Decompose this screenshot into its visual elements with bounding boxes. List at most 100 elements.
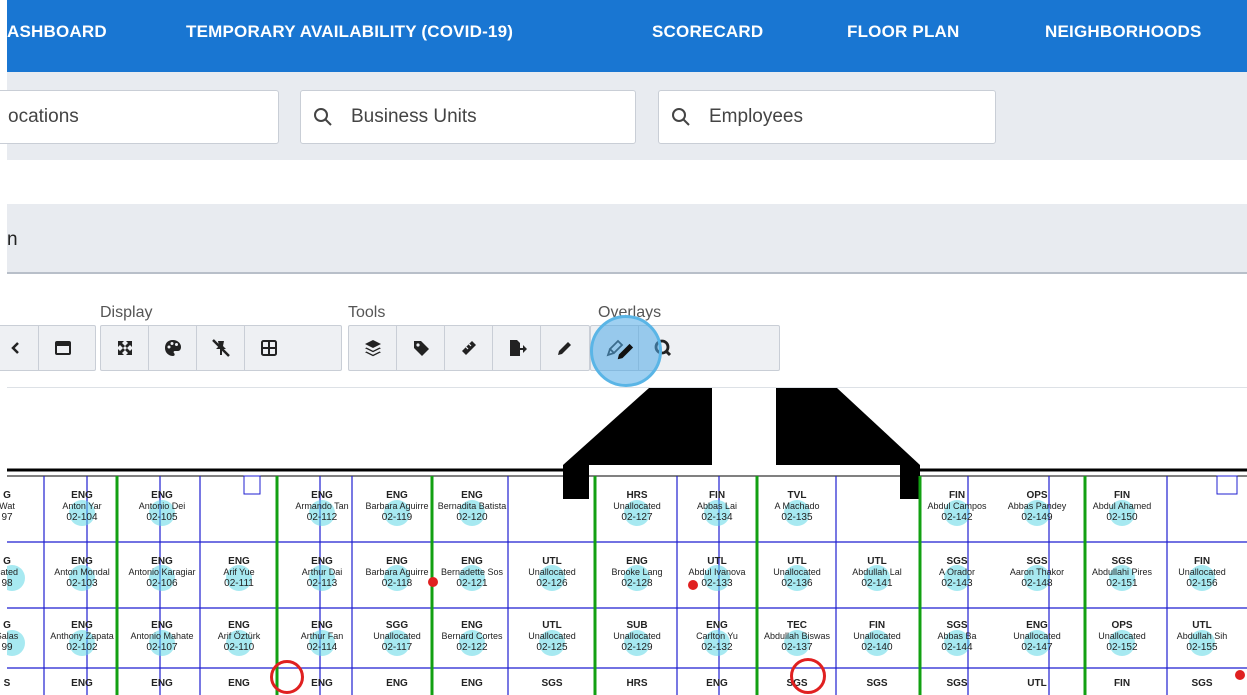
desk-cell[interactable]: FIN Unallocated 02-156 [1166,556,1238,589]
desk-occupant: Abdullahi Pires [1091,567,1153,577]
desk-occupant: Anthony Zapata [50,631,114,641]
desk-cell[interactable]: ENG Antonio Karagiar 02-106 [126,556,198,589]
desk-cell[interactable]: ENG [46,678,118,689]
desk-cell[interactable]: OPS Abbas Pandey 02-149 [1001,490,1073,523]
desk-cell[interactable]: TVL A Machado 02-135 [761,490,833,523]
employees-search-field[interactable]: Employees [658,90,996,144]
desk-cell[interactable]: SGS [921,678,993,689]
desk-cell[interactable]: ENG Unallocated 02-147 [1001,620,1073,653]
desk-cell[interactable]: SGS [516,678,588,689]
desk-cell[interactable]: ENG Arif Öztürk 02-110 [203,620,275,653]
desk-cell[interactable]: ENG Armando Tan 02-112 [286,490,358,523]
alert-dot [688,580,698,590]
desk-cell[interactable]: FIN [1086,678,1158,689]
desk-department: G [3,620,11,631]
desk-cell[interactable]: ENG Arthur Fan 02-114 [286,620,358,653]
tag-button[interactable] [397,326,445,370]
desk-cell[interactable]: ENG Antonio Mahate 02-107 [126,620,198,653]
alert-dot [428,577,438,587]
desk-occupant: Arthur Dai [301,567,343,577]
desk-cell[interactable]: UTL Abdullah Lal 02-141 [841,556,913,589]
desk-cell[interactable]: S [0,678,43,689]
desk-cell[interactable]: ENG [361,678,433,689]
desk-cell[interactable]: SGS [841,678,913,689]
desk-cell[interactable]: ENG Carlton Yu 02-132 [681,620,753,653]
desk-cell[interactable]: FIN Abdul Ahamed 02-150 [1086,490,1158,523]
alert-dot [1235,670,1245,680]
color-palette-button[interactable] [149,326,197,370]
business-units-search-field[interactable]: Business Units [300,90,636,144]
desk-department: SGS [946,556,968,567]
desk-cell[interactable]: SGS Aaron Thakor 02-148 [1001,556,1073,589]
nav-floor-plan[interactable]: FLOOR PLAN [847,22,960,42]
desk-cell[interactable]: ENG Anton Mondal 02-103 [46,556,118,589]
grid-toggle-button[interactable] [245,326,293,370]
nav-dashboard[interactable]: ASHBOARD [7,22,107,42]
desk-cell[interactable]: ENG Brooke Lang 02-128 [601,556,673,589]
overlay-draw-button[interactable] [541,326,589,370]
desk-occupant: Aaron Thakor [1009,567,1065,577]
desk-occupant: Unallocated [1098,631,1146,641]
nav-scorecard[interactable]: SCORECARD [652,22,763,42]
desk-cell[interactable]: ENG [126,678,198,689]
desk-cell[interactable]: HRS [601,678,673,689]
nav-temporary-availability[interactable]: TEMPORARY AVAILABILITY (COVID-19) [186,22,513,42]
desk-cell[interactable]: SGS A Orador 02-143 [921,556,993,589]
desk-cell[interactable]: HRS Unallocated 02-127 [601,490,673,523]
view-toolbar-group [0,325,96,371]
desk-cell[interactable]: GSalas99 [0,620,43,653]
search-icon [314,108,332,126]
desk-cell[interactable]: ENG [681,678,753,689]
desk-cell[interactable]: UTL Unallocated 02-136 [761,556,833,589]
export-button[interactable] [493,326,541,370]
desk-cell[interactable]: UTL Unallocated 02-125 [516,620,588,653]
desk-cell[interactable]: ENG Barbara Aguirre 02-119 [361,490,433,523]
filter-bar: ocations Business Units Employees [0,72,1247,160]
desk-cell[interactable]: ENG Anton Yar 02-104 [46,490,118,523]
measure-button[interactable] [445,326,493,370]
desk-cell[interactable]: SGS Abdullahi Pires 02-151 [1086,556,1158,589]
desk-cell[interactable]: FIN Abbas Lai 02-134 [681,490,753,523]
locations-search-field[interactable]: ocations [0,90,279,144]
desk-cell[interactable]: ENG Arthur Dai 02-113 [286,556,358,589]
desk-cell[interactable]: SGG Unallocated 02-117 [361,620,433,653]
desk-cell[interactable]: UTL Abdullah Sih 02-155 [1166,620,1238,653]
desk-cell[interactable]: SGS Abbas Ba 02-144 [921,620,993,653]
desk-id: 02-121 [456,578,488,589]
desk-occupant: Salas [0,631,19,641]
desk-department: HRS [626,678,648,689]
desk-cell[interactable]: ENG Barbara Aguirre 02-118 [361,556,433,589]
desk-cell[interactable]: OPS Unallocated 02-152 [1086,620,1158,653]
desk-cell[interactable]: ENG [203,678,275,689]
desk-cell[interactable]: FIN Unallocated 02-140 [841,620,913,653]
desk-id: 02-104 [66,512,98,523]
desk-cell[interactable]: TEC Abdullah Biswas 02-137 [761,620,833,653]
desk-cell[interactable]: UTL Unallocated 02-126 [516,556,588,589]
desk-cell[interactable]: ENG Bernadita Batista 02-120 [436,490,508,523]
desk-cell[interactable]: ENG Anthony Zapata 02-102 [46,620,118,653]
desk-cell[interactable]: UTL [1001,678,1073,689]
desk-id: 02-111 [224,578,254,589]
desk-department: ENG [228,620,250,631]
desk-cell[interactable]: FIN Abdul Campos 02-142 [921,490,993,523]
desk-id: 02-113 [306,578,338,589]
fullscreen-button[interactable] [101,326,149,370]
layers-button[interactable] [349,326,397,370]
hide-markers-button[interactable] [197,326,245,370]
desk-department: ENG [71,678,93,689]
desk-cell[interactable]: ENG Bernadette Sos 02-121 [436,556,508,589]
desk-cell[interactable]: G Wat 97 [0,490,43,523]
desk-cell[interactable]: ENG Antonio Dei 02-105 [126,490,198,523]
floor-plan-canvas[interactable]: G Wat 97 ENG Anton Yar 02-104 ENG Antonio Dei 02… [0,388,1247,695]
desk-id: 98 [1,578,13,589]
desk-id: 02-144 [941,642,973,653]
desk-cell[interactable]: SUB Unallocated 02-129 [601,620,673,653]
view-code-button[interactable] [0,326,39,370]
desk-cell[interactable]: Gcated98 [0,556,43,589]
desk-cell[interactable]: ENG Arif Yue 02-111 [203,556,275,589]
nav-neighborhoods[interactable]: NEIGHBORHOODS [1045,22,1202,42]
desk-cell[interactable]: SGS [1166,678,1238,689]
card-view-button[interactable] [39,326,87,370]
desk-cell[interactable]: ENG Bernard Cortes 02-122 [436,620,508,653]
desk-cell[interactable]: ENG [436,678,508,689]
